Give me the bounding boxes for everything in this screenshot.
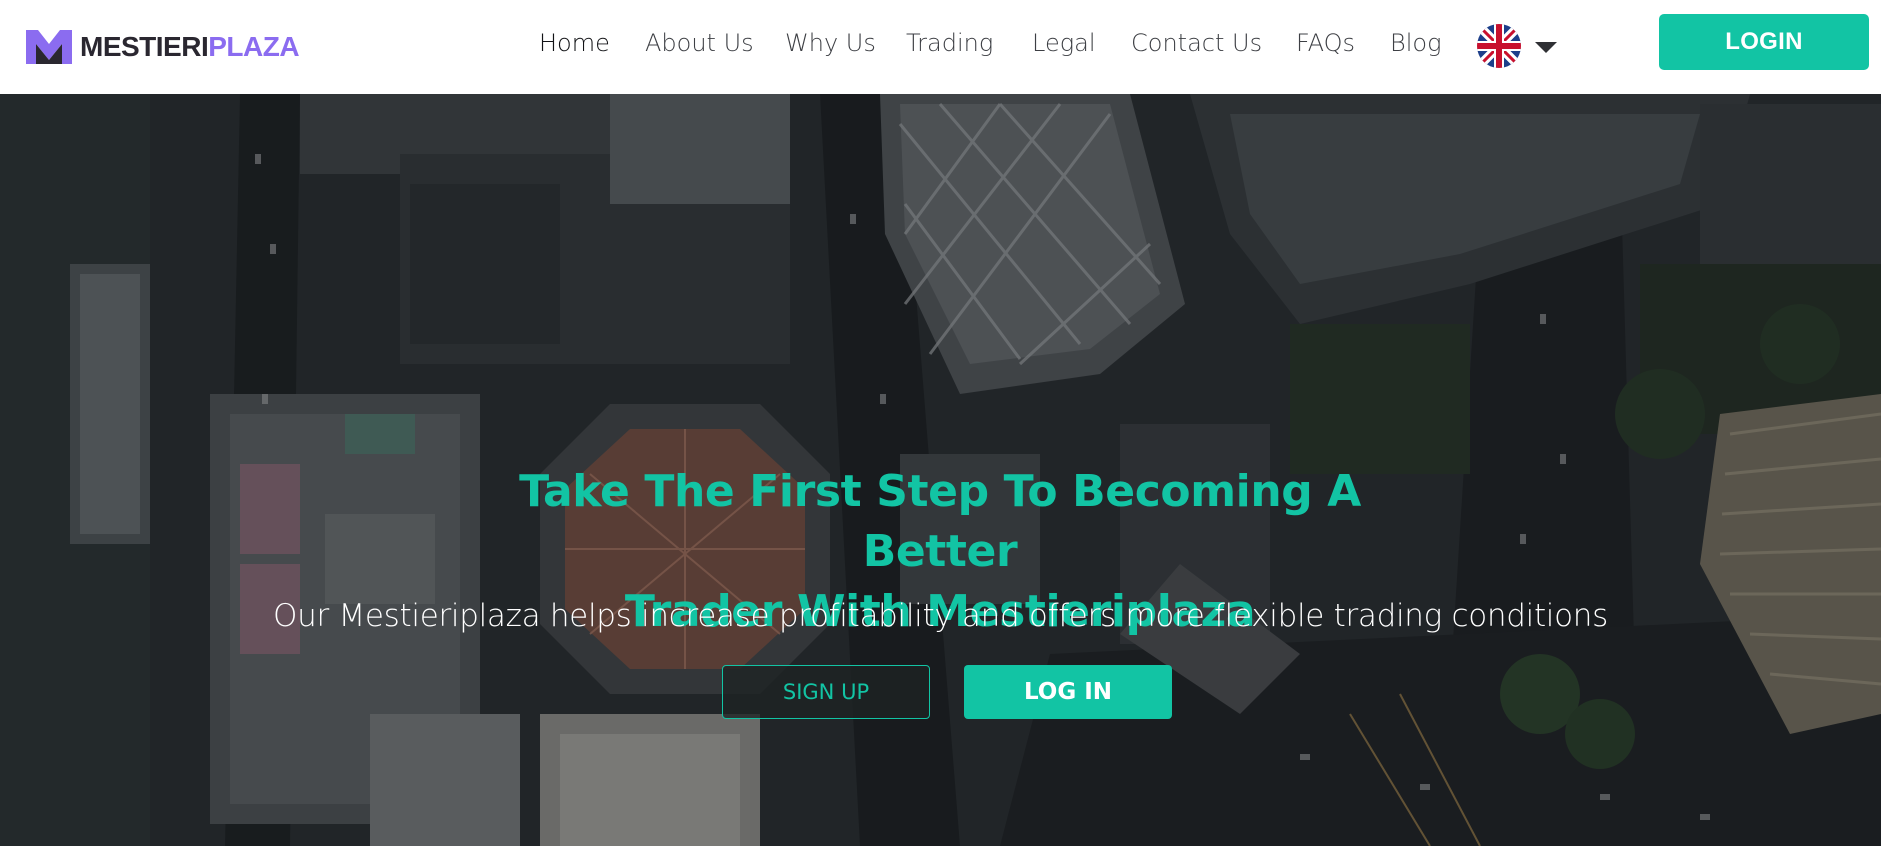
hero-subtitle: Our Mestieriplaza helps increase profita… xyxy=(273,598,1608,634)
nav-item-home[interactable]: Home xyxy=(539,24,610,62)
nav-item-why-us[interactable]: Why Us xyxy=(785,24,876,62)
hero-section: Take The First Step To Becoming A Better… xyxy=(0,94,1881,846)
nav-item-contact-us[interactable]: Contact Us xyxy=(1131,24,1262,62)
site-header: MESTIERIPLAZA Home About Us Why Us Tradi… xyxy=(0,0,1881,94)
sign-up-button[interactable]: SIGN UP xyxy=(722,665,930,719)
main-nav: Home About Us Why Us Trading Legal Conta… xyxy=(0,24,1881,62)
nav-item-legal[interactable]: Legal xyxy=(1032,24,1096,62)
chevron-down-icon xyxy=(1535,42,1557,53)
hero-title-line1: Take The First Step To Becoming A Better xyxy=(519,466,1361,577)
hero-log-in-button[interactable]: LOG IN xyxy=(964,665,1172,719)
nav-item-blog[interactable]: Blog xyxy=(1390,24,1441,62)
nav-item-faqs[interactable]: FAQs xyxy=(1296,24,1355,62)
header-login-button[interactable]: LOGIN xyxy=(1659,14,1869,70)
language-selector[interactable] xyxy=(1477,24,1557,68)
uk-flag-icon xyxy=(1477,24,1521,68)
nav-item-about-us[interactable]: About Us xyxy=(645,24,754,62)
nav-item-trading[interactable]: Trading xyxy=(906,24,993,62)
